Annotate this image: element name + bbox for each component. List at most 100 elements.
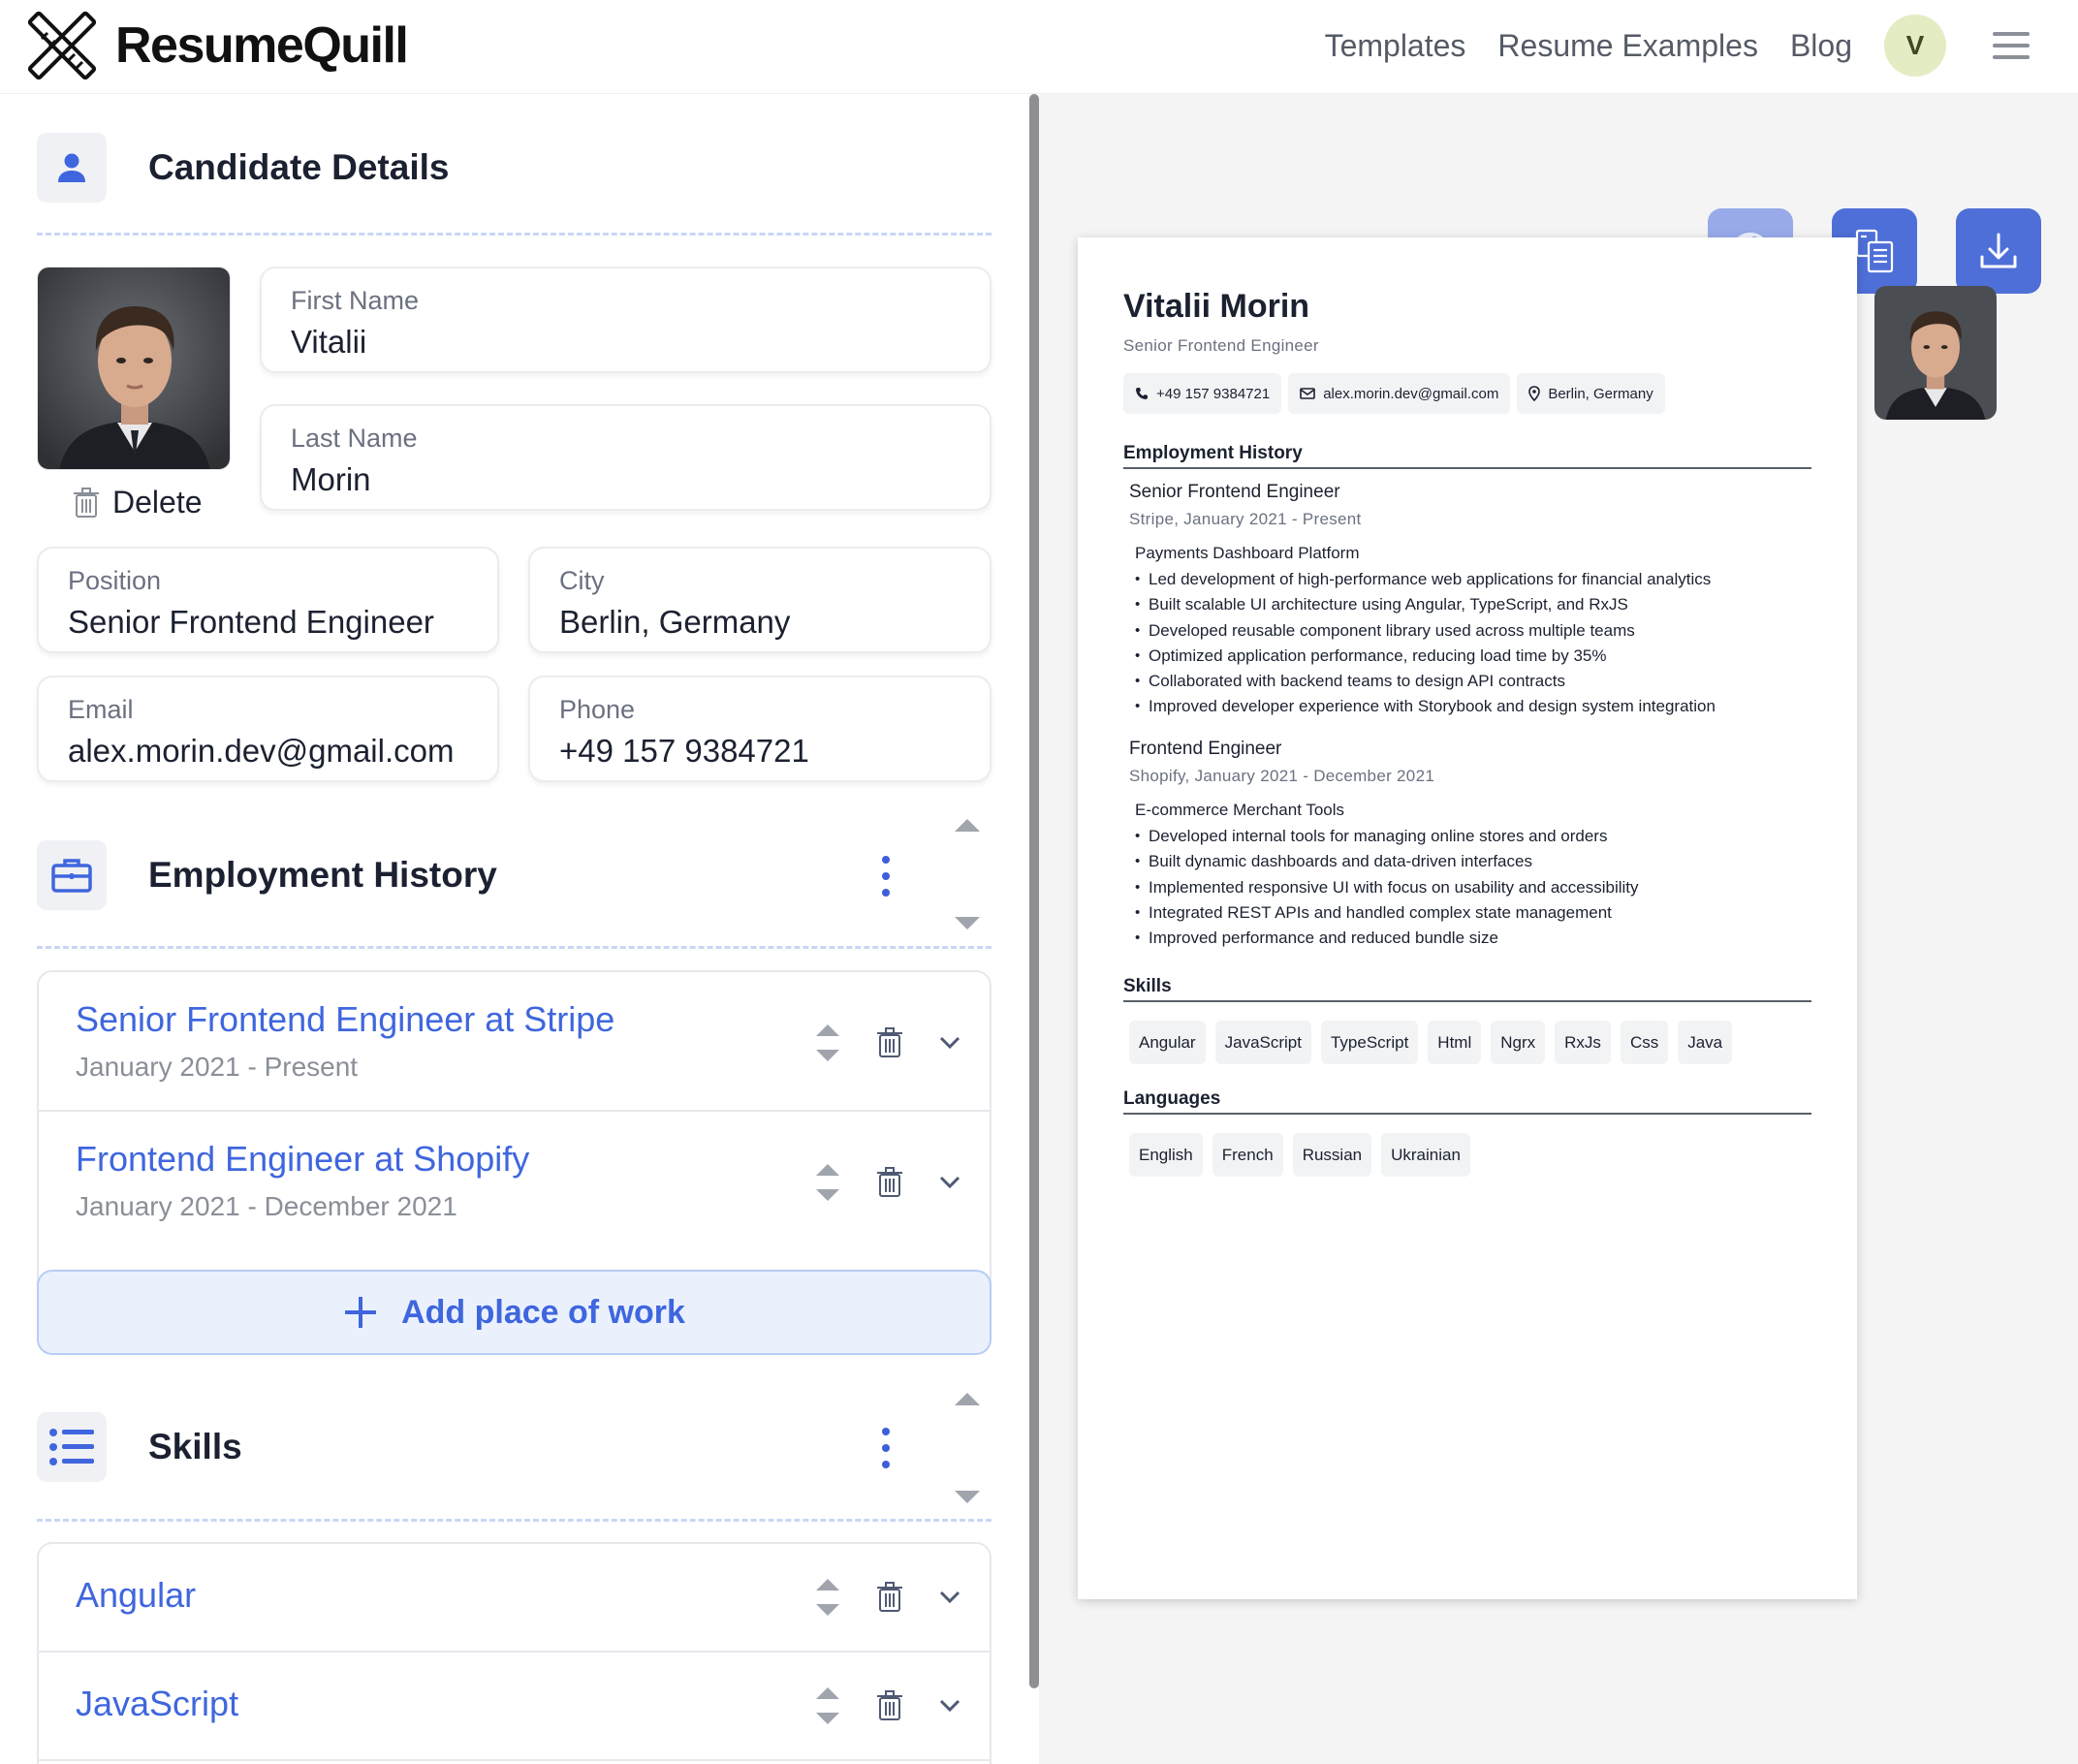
trash-icon[interactable] xyxy=(877,1582,902,1613)
trash-icon[interactable] xyxy=(877,1167,902,1198)
resume-bullet: Led development of high-performance web … xyxy=(1135,567,1808,593)
section-move-up-icon[interactable] xyxy=(953,1391,982,1406)
chevron-down-icon[interactable] xyxy=(939,1591,960,1604)
nav-resume-examples[interactable]: Resume Examples xyxy=(1497,28,1758,64)
last-name-field[interactable]: Last Name Morin xyxy=(260,404,992,511)
hamburger-menu-icon[interactable] xyxy=(1993,30,2030,61)
skill-item[interactable]: JavaScript xyxy=(39,1653,990,1761)
first-name-field[interactable]: First Name Vitalii xyxy=(260,267,992,373)
editor-scrollbar[interactable] xyxy=(1029,94,1039,1688)
section-move-down-icon[interactable] xyxy=(953,916,982,931)
skills-title: Skills xyxy=(148,1427,242,1466)
skills-list: Angular JavaScript xyxy=(37,1542,992,1764)
resume-skill-tag: Html xyxy=(1428,1021,1482,1064)
phone-value[interactable]: +49 157 9384721 xyxy=(559,733,960,770)
resume-bullet: Collaborated with backend teams to desig… xyxy=(1135,669,1808,695)
position-label: Position xyxy=(68,566,162,595)
resume-skill-tag: JavaScript xyxy=(1214,1021,1311,1064)
section-divider xyxy=(37,233,992,236)
trash-icon xyxy=(74,487,99,518)
position-value[interactable]: Senior Frontend Engineer xyxy=(68,604,468,641)
candidate-details-header: Candidate Details xyxy=(37,131,992,205)
city-field[interactable]: City Berlin, Germany xyxy=(528,547,992,653)
nav-templates[interactable]: Templates xyxy=(1325,28,1466,64)
reorder-icon[interactable] xyxy=(815,1575,840,1620)
resume-bullet: Integrated REST APIs and handled complex… xyxy=(1135,900,1808,927)
city-label: City xyxy=(559,566,605,595)
resume-bullet: Improved performance and reduced bundle … xyxy=(1135,926,1808,952)
chevron-down-icon[interactable] xyxy=(939,1036,960,1050)
employment-item[interactable]: Frontend Engineer at Shopify January 202… xyxy=(39,1112,990,1251)
resume-skill-tag: TypeScript xyxy=(1320,1021,1419,1064)
add-place-of-work-button[interactable]: Add place of work xyxy=(37,1270,992,1355)
trash-icon[interactable] xyxy=(877,1027,902,1058)
profile-photo[interactable] xyxy=(37,267,231,470)
skill-item[interactable]: Angular xyxy=(39,1544,990,1653)
phone-icon xyxy=(1136,388,1148,399)
first-name-value[interactable]: Vitalii xyxy=(291,324,960,361)
skills-more-icon[interactable] xyxy=(882,1428,890,1468)
resume-contact-chips: +49 157 9384721 alex.morin.dev@gmail.com… xyxy=(1123,373,1665,414)
profile-photo-image xyxy=(38,268,230,469)
download-button[interactable] xyxy=(1956,208,2041,294)
employment-item[interactable]: Senior Frontend Engineer at Stripe Janua… xyxy=(39,972,990,1112)
reorder-icon[interactable] xyxy=(815,1021,840,1065)
resume-phone-chip: +49 157 9384721 xyxy=(1123,373,1282,414)
section-move-down-icon[interactable] xyxy=(953,1490,982,1505)
resume-bullet: Developed reusable component library use… xyxy=(1135,618,1808,645)
employment-history-header: Employment History xyxy=(37,819,992,929)
resume-job-title: Frontend Engineer xyxy=(1129,739,1282,759)
employment-history-title: Employment History xyxy=(148,855,497,895)
resume-name: Vitalii Morin xyxy=(1123,288,1310,325)
logo[interactable]: ResumeQuill xyxy=(26,10,409,81)
pencil-ruler-icon xyxy=(27,11,97,80)
email-label: Email xyxy=(68,695,134,724)
first-name-label: First Name xyxy=(291,286,420,315)
employment-item-title[interactable]: Frontend Engineer at Shopify xyxy=(76,1139,529,1180)
employment-item-dates: January 2021 - Present xyxy=(76,1052,359,1082)
phone-label: Phone xyxy=(559,695,636,724)
skill-item-title[interactable]: JavaScript xyxy=(76,1684,238,1724)
resume-language-tags: English French Russian Ukrainian xyxy=(1129,1133,1470,1177)
email-value[interactable]: alex.morin.dev@gmail.com xyxy=(68,733,468,770)
reorder-icon[interactable] xyxy=(815,1684,840,1728)
user-avatar[interactable]: V xyxy=(1884,15,1946,77)
resume-skills-heading: Skills xyxy=(1123,976,1811,1002)
email-field[interactable]: Email alex.morin.dev@gmail.com xyxy=(37,676,499,782)
phone-field[interactable]: Phone +49 157 9384721 xyxy=(528,676,992,782)
nav-blog[interactable]: Blog xyxy=(1790,28,1852,64)
resume-job-bullets: Led development of high-performance web … xyxy=(1135,567,1808,720)
skills-header: Skills xyxy=(37,1393,992,1503)
employment-item-dates: January 2021 - December 2021 xyxy=(76,1191,457,1221)
top-header: ResumeQuill Templates Resume Examples Bl… xyxy=(0,0,2078,94)
employment-item-title[interactable]: Senior Frontend Engineer at Stripe xyxy=(76,999,614,1040)
resume-language-tag: English xyxy=(1129,1133,1203,1177)
skill-item-controls xyxy=(815,1575,960,1620)
position-field[interactable]: Position Senior Frontend Engineer xyxy=(37,547,499,653)
resume-bullet: Improved developer experience with Story… xyxy=(1135,694,1808,720)
last-name-label: Last Name xyxy=(291,424,418,453)
city-value[interactable]: Berlin, Germany xyxy=(559,604,960,641)
section-move-up-icon[interactable] xyxy=(953,817,982,833)
section-divider xyxy=(37,1519,992,1522)
reorder-icon[interactable] xyxy=(815,1160,840,1205)
trash-icon[interactable] xyxy=(877,1690,902,1721)
resume-language-tag: French xyxy=(1212,1133,1283,1177)
resume-skill-tag: Java xyxy=(1678,1021,1733,1064)
chevron-down-icon[interactable] xyxy=(939,1699,960,1713)
download-icon xyxy=(1980,233,2017,268)
delete-photo-label: Delete xyxy=(112,485,203,520)
resume-preview[interactable]: Vitalii Morin Senior Frontend Engineer +… xyxy=(1078,237,1997,1599)
resume-skill-tags: Angular JavaScript TypeScript Html Ngrx … xyxy=(1129,1021,1733,1064)
editor-panel: Candidate Details Delete First Name Vita… xyxy=(0,94,1027,1764)
resume-skill-tag: Css xyxy=(1620,1021,1669,1064)
resume-bullet: Developed internal tools for managing on… xyxy=(1135,824,1808,850)
skill-item-title[interactable]: Angular xyxy=(76,1575,196,1616)
delete-photo-button[interactable]: Delete xyxy=(74,485,203,520)
employment-more-icon[interactable] xyxy=(882,856,890,897)
list-icon xyxy=(37,1412,107,1482)
resume-job-project: Payments Dashboard Platform xyxy=(1135,544,1360,562)
chevron-down-icon[interactable] xyxy=(939,1176,960,1189)
main-nav: Templates Resume Examples Blog V xyxy=(1293,15,2030,77)
last-name-value[interactable]: Morin xyxy=(291,461,960,498)
